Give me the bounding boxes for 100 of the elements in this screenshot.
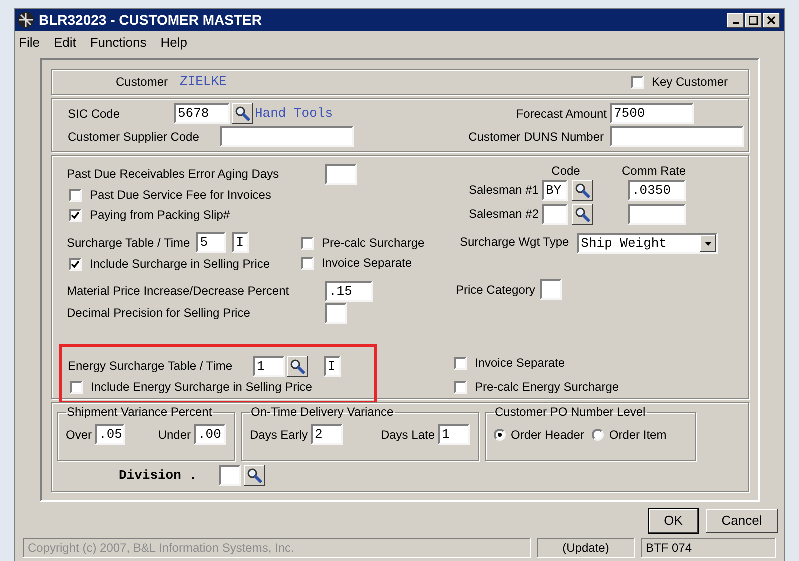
customer-name: ZIELKE <box>180 73 227 92</box>
input-field[interactable]: 2 <box>311 424 344 445</box>
checkbox-label: Invoice Separate <box>475 355 566 372</box>
input-field[interactable] <box>610 126 744 147</box>
input-field[interactable]: .0350 <box>628 180 686 200</box>
check-icon <box>71 210 80 220</box>
checkbox-label: Past Due Service Fee for Invoices <box>90 187 272 204</box>
field-label: Days Late <box>380 426 435 444</box>
check-icon <box>71 260 80 268</box>
search-icon <box>290 358 305 374</box>
field-label: Customer Supplier Code <box>68 128 200 146</box>
checkbox[interactable] <box>630 76 644 88</box>
checkbox[interactable] <box>454 356 467 370</box>
search-button[interactable] <box>244 465 265 486</box>
maximize-icon <box>749 16 758 24</box>
minimize-button[interactable] <box>727 12 744 28</box>
app-icon <box>17 11 35 29</box>
input-field[interactable]: .00 <box>194 424 226 445</box>
maximize-button[interactable] <box>745 12 762 28</box>
checkbox-label: Paying from Packing Slip# <box>90 207 230 224</box>
status-panel: (Update) <box>537 538 635 558</box>
search-icon <box>575 206 590 222</box>
minimize-icon <box>732 22 738 24</box>
input-field[interactable]: 1 <box>438 424 470 445</box>
search-icon <box>235 106 250 121</box>
dialog-button[interactable]: OK <box>649 509 698 533</box>
search-button[interactable] <box>232 103 253 124</box>
checkbox[interactable] <box>69 188 82 202</box>
search-icon <box>247 468 262 483</box>
field-label: SIC Code <box>68 106 122 122</box>
radio-label: Order Item <box>609 427 667 444</box>
field-label: Surcharge Wgt Type <box>459 234 570 251</box>
menu-item[interactable]: Functions <box>90 33 147 53</box>
input-field[interactable] <box>220 126 354 147</box>
radio-button[interactable] <box>592 429 604 441</box>
input-field[interactable]: I <box>232 232 250 253</box>
window-title: BLR32023 - CUSTOMER MASTER <box>39 10 264 30</box>
checkbox-label: Include Surcharge in Selling Price <box>90 256 270 273</box>
radio-label: Order Header <box>511 427 584 444</box>
checkbox-label: Pre-calc Surcharge <box>322 235 425 252</box>
input-field[interactable]: BY <box>542 180 568 200</box>
field-label: Past Due Receivables Error Aging Days <box>67 166 280 183</box>
dialog-button[interactable]: Cancel <box>706 509 778 533</box>
search-button[interactable] <box>572 204 593 224</box>
input-field[interactable]: 7500 <box>610 103 694 124</box>
field-label: Material Price Increase/Decrease Percent <box>67 283 290 300</box>
input-field[interactable]: I <box>324 356 341 376</box>
field-label: Over <box>66 426 92 444</box>
checkbox-label: Include Energy Surcharge in Selling Price <box>91 379 312 396</box>
field-label: Energy Surcharge Table / Time <box>68 358 234 375</box>
search-button[interactable] <box>572 180 593 200</box>
group-title: On-Time Delivery Variance <box>250 404 395 421</box>
input-field[interactable]: 5 <box>196 232 226 253</box>
field-label: Customer DUNS Number <box>468 128 604 146</box>
field-label: Surcharge Table / Time <box>67 234 190 252</box>
search-icon <box>575 182 590 198</box>
checkbox[interactable] <box>301 236 314 250</box>
input-field[interactable] <box>540 279 562 300</box>
input-field[interactable]: .05 <box>95 424 126 445</box>
field-label: Decimal Precision for Selling Price <box>67 305 252 322</box>
field-label: Salesman #2 <box>468 206 540 223</box>
close-button[interactable] <box>763 12 780 28</box>
field-label: Days Early <box>250 426 308 444</box>
field-label: Division . <box>119 466 198 485</box>
field-label: Customer <box>116 74 168 91</box>
field-label: Salesman #1 <box>468 182 540 199</box>
menu-item[interactable]: Help <box>160 33 188 53</box>
input-field[interactable] <box>219 465 241 486</box>
checkbox[interactable] <box>301 256 314 270</box>
input-field[interactable] <box>628 204 686 224</box>
checkbox[interactable] <box>69 258 82 270</box>
field-label: Price Category <box>456 282 536 298</box>
status-panel: BTF 074 <box>641 538 776 558</box>
menu-item[interactable]: Edit <box>54 33 76 53</box>
input-field[interactable]: 1 <box>253 356 285 376</box>
column-header: Code <box>550 165 582 177</box>
input-field[interactable] <box>325 164 357 184</box>
input-field[interactable]: 5678 <box>174 103 230 124</box>
checkbox[interactable] <box>70 380 83 394</box>
checkbox[interactable] <box>69 208 82 222</box>
dropdown[interactable]: Ship Weight <box>577 233 718 254</box>
column-header: Comm Rate <box>622 165 686 177</box>
field-label: Under <box>158 426 191 444</box>
search-button[interactable] <box>287 356 308 376</box>
input-field[interactable]: .15 <box>325 280 373 302</box>
checkbox-label: Pre-calc Energy Surcharge <box>475 379 620 396</box>
sic-description: Hand Tools <box>255 104 334 123</box>
input-field[interactable] <box>325 302 347 324</box>
checkbox-label: Invoice Separate <box>322 255 412 272</box>
group-title: Customer PO Number Level <box>494 404 647 421</box>
menu-item[interactable]: File <box>19 33 40 53</box>
dropdown-arrow-icon <box>704 242 712 246</box>
radio-button[interactable] <box>494 429 506 441</box>
group-title: Shipment Variance Percent <box>66 404 214 421</box>
field-label: Forecast Amount <box>516 106 607 122</box>
status-panel: Copyright (c) 2007, B&L Information Systems, Inc. <box>23 538 531 558</box>
checkbox-label: Key Customer <box>652 74 728 91</box>
close-icon <box>767 16 776 24</box>
checkbox[interactable] <box>454 380 467 394</box>
input-field[interactable] <box>542 204 568 224</box>
